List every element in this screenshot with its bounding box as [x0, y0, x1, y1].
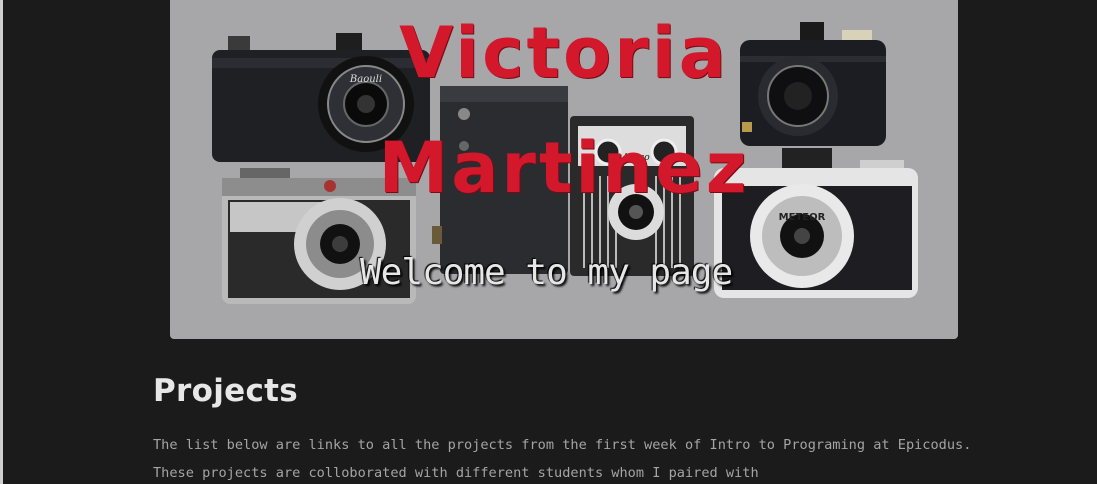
hero-title-last-name: Martinez	[378, 127, 750, 209]
hero-banner: Baouli Ansco METEOR Victoria Martinez We…	[170, 0, 958, 339]
page-edge	[0, 0, 3, 484]
camera-badge-label: METEOR	[779, 212, 826, 223]
projects-intro-text: The list below are links to all the proj…	[153, 437, 972, 481]
projects-heading: Projects	[153, 373, 299, 409]
hero-title-first-name: Victoria	[399, 12, 729, 94]
hero-tagline: Welcome to my page	[360, 252, 733, 293]
